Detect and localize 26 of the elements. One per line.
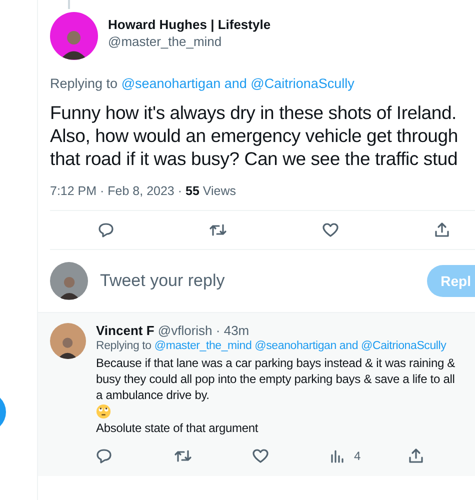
avatar[interactable] <box>50 262 88 300</box>
share-icon[interactable] <box>434 222 450 238</box>
mention-link[interactable]: @seanohartigan and @CaitrionaScully <box>121 76 354 91</box>
author-name[interactable]: Howard Hughes | Lifestyle <box>108 16 271 33</box>
heart-icon[interactable] <box>252 448 269 464</box>
comment-icon[interactable] <box>98 222 114 238</box>
reply-text: Because if that lane was a car parking bays instead & it was raining & busy they could all pop into the empty parking bays & save a life to all a ambulance drive by. <box>96 355 456 403</box>
tweet-text: Funny how it's always dry in these shots of Ireland. Also, how would an emergency vehicle get through that road if it was busy? Can we see the traffic stud <box>50 101 459 170</box>
retweet-icon[interactable] <box>209 222 227 238</box>
replying-to-text: Replying to @seanohartigan and @CaitrionaScully <box>50 76 356 91</box>
mention-link[interactable]: @master_the_mind @seanohartigan and @CaitrionaScully <box>154 340 446 352</box>
reply-input[interactable]: Tweet your reply <box>98 270 427 292</box>
replying-to-text: Replying to @master_the_mind @seanohartigan and @CaitrionaScully <box>96 340 448 352</box>
tweet-meta: 7:12 PM · Feb 8, 2023 · 55 Views <box>50 184 238 198</box>
comment-icon[interactable] <box>96 448 112 464</box>
reply-author: Vincent F @vflorish · 43m <box>96 323 250 338</box>
retweet-icon[interactable] <box>174 448 192 464</box>
bar-chart-icon[interactable] <box>330 449 344 463</box>
share-icon[interactable] <box>408 448 424 464</box>
author-handle[interactable]: @master_the_mind <box>108 33 271 50</box>
reply-text: Absolute state of that argument <box>96 420 260 436</box>
avatar[interactable] <box>50 12 98 60</box>
rolling-eyes-emoji-icon <box>96 404 111 419</box>
avatar[interactable] <box>50 323 86 359</box>
heart-icon[interactable] <box>322 222 338 238</box>
view-count: 4 <box>354 449 361 463</box>
